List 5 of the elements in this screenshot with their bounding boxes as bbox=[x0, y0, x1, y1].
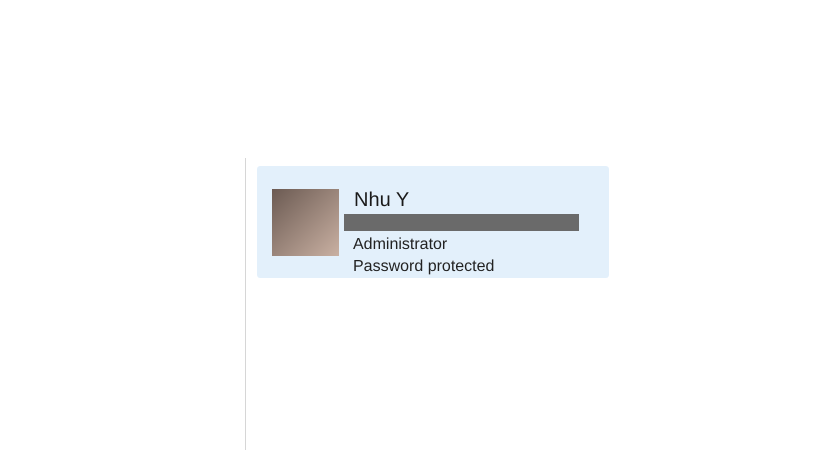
photo-placeholder bbox=[272, 189, 339, 256]
account-role: Administrator bbox=[353, 235, 448, 255]
account-card[interactable]: Nhu Y Administrator Password protected bbox=[257, 166, 609, 278]
account-name: Nhu Y bbox=[354, 188, 410, 212]
sign-in-method: Password protected bbox=[353, 257, 496, 277]
